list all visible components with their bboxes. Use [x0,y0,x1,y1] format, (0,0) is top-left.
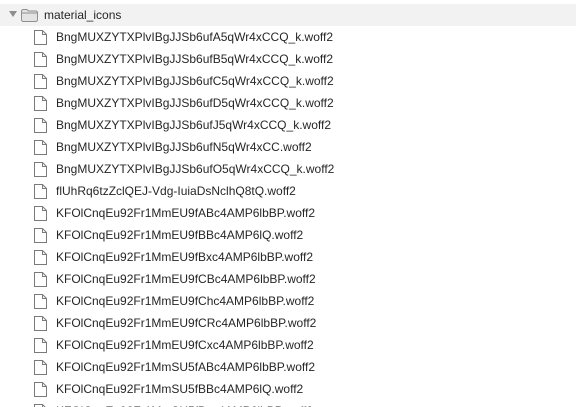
file-row[interactable]: flUhRq6tzZclQEJ-Vdg-IuiaDsNclhQ8tQ.woff2 [0,180,576,202]
folder-icon [21,9,38,22]
file-icon [34,272,47,287]
file-name: KFOlCnqEu92Fr1MmEU9fABc4AMP6lbBP.woff2 [56,206,316,220]
file-icon [34,338,47,353]
file-row[interactable]: KFOlCnqEu92Fr1MmEU9fCBc4AMP6lbBP.woff2 [0,268,576,290]
file-icon [34,118,47,133]
file-icon [34,316,47,331]
file-name: BngMUXZYTXPlvIBgJJSb6ufB5qWr4xCCQ_k.woff… [56,52,333,66]
folder-row-material-icons[interactable]: material_icons [0,4,576,26]
file-row[interactable]: KFOlCnqEu92Fr1MmEU9fABc4AMP6lbBP.woff2 [0,202,576,224]
file-icon [34,228,47,243]
file-icon [34,294,47,309]
file-icon [34,360,47,375]
file-name: KFOlCnqEu92Fr1MmSU5fBBc4AMP6lQ.woff2 [56,382,304,396]
file-icon [34,206,47,221]
file-name: BngMUXZYTXPlvIBgJJSb6ufA5qWr4xCCQ_k.woff… [56,30,333,44]
file-name: BngMUXZYTXPlvIBgJJSb6ufD5qWr4xCCQ_k.woff… [56,96,334,110]
file-icon [34,162,47,177]
file-name: KFOlCnqEu92Fr1MmEU9fCBc4AMP6lbBP.woff2 [56,272,316,286]
file-row[interactable]: KFOlCnqEu92Fr1MmSU5fABc4AMP6lbBP.woff2 [0,356,576,378]
file-row[interactable]: KFOlCnqEu92Fr1MmSU5fBBc4AMP6lQ.woff2 [0,378,576,400]
file-row[interactable]: BngMUXZYTXPlvIBgJJSb6ufJ5qWr4xCCQ_k.woff… [0,114,576,136]
file-row[interactable]: BngMUXZYTXPlvIBgJJSb6ufO5qWr4xCCQ_k.woff… [0,158,576,180]
file-icon [34,250,47,265]
file-icon [34,52,47,67]
file-name: KFOlCnqEu92Fr1MmEU9fCRc4AMP6lbBP.woff2 [56,316,317,330]
file-row[interactable]: KFOlCnqEu92Fr1MmEU9fBBc4AMP6lQ.woff2 [0,224,576,246]
file-name: BngMUXZYTXPlvIBgJJSb6ufC5qWr4xCCQ_k.woff… [56,74,334,88]
file-icon [34,140,47,155]
folder-name: material_icons [44,8,122,22]
file-icon [34,382,47,397]
file-name: BngMUXZYTXPlvIBgJJSb6ufN5qWr4xCC.woff2 [56,140,312,154]
file-name: KFOlCnqEu92Fr1MmSU5fABc4AMP6lbBP.woff2 [56,360,316,374]
file-name: KFOlCnqEu92Fr1MmEU9fBxc4AMP6lbBP.woff2 [56,250,313,264]
file-row[interactable]: BngMUXZYTXPlvIBgJJSb6ufD5qWr4xCCQ_k.woff… [0,92,576,114]
disclosure-triangle-icon[interactable] [9,11,17,17]
file-icon [34,30,47,45]
file-icon [34,74,47,89]
file-tree: material_icons BngMUXZYTXPlvIBgJJSb6ufA5… [0,0,576,407]
file-row[interactable]: KFOlCnqEu92Fr1MmEU9fCRc4AMP6lbBP.woff2 [0,312,576,334]
file-row[interactable]: KFOlCnqEu92Fr1MmEU9fChc4AMP6lbBP.woff2 [0,290,576,312]
file-name: KFOlCnqEu92Fr1MmEU9fBBc4AMP6lQ.woff2 [56,228,304,242]
file-name: BngMUXZYTXPlvIBgJJSb6ufJ5qWr4xCCQ_k.woff… [56,118,331,132]
file-row[interactable]: KFOlCnqEu92Fr1MmSU5fBxc4AMP6lbBP.woff2 [0,400,576,407]
file-name: flUhRq6tzZclQEJ-Vdg-IuiaDsNclhQ8tQ.woff2 [56,184,296,198]
file-name: BngMUXZYTXPlvIBgJJSb6ufO5qWr4xCCQ_k.woff… [56,162,335,176]
file-icon [34,184,47,199]
file-icon [34,96,47,111]
file-row[interactable]: BngMUXZYTXPlvIBgJJSb6ufA5qWr4xCCQ_k.woff… [0,26,576,48]
file-row[interactable]: BngMUXZYTXPlvIBgJJSb6ufN5qWr4xCC.woff2 [0,136,576,158]
file-name: KFOlCnqEu92Fr1MmEU9fCxc4AMP6lbBP.woff2 [56,338,314,352]
file-row[interactable]: BngMUXZYTXPlvIBgJJSb6ufC5qWr4xCCQ_k.woff… [0,70,576,92]
file-row[interactable]: KFOlCnqEu92Fr1MmEU9fCxc4AMP6lbBP.woff2 [0,334,576,356]
file-row[interactable]: BngMUXZYTXPlvIBgJJSb6ufB5qWr4xCCQ_k.woff… [0,48,576,70]
file-name: KFOlCnqEu92Fr1MmEU9fChc4AMP6lbBP.woff2 [56,294,315,308]
file-row[interactable]: KFOlCnqEu92Fr1MmEU9fBxc4AMP6lbBP.woff2 [0,246,576,268]
